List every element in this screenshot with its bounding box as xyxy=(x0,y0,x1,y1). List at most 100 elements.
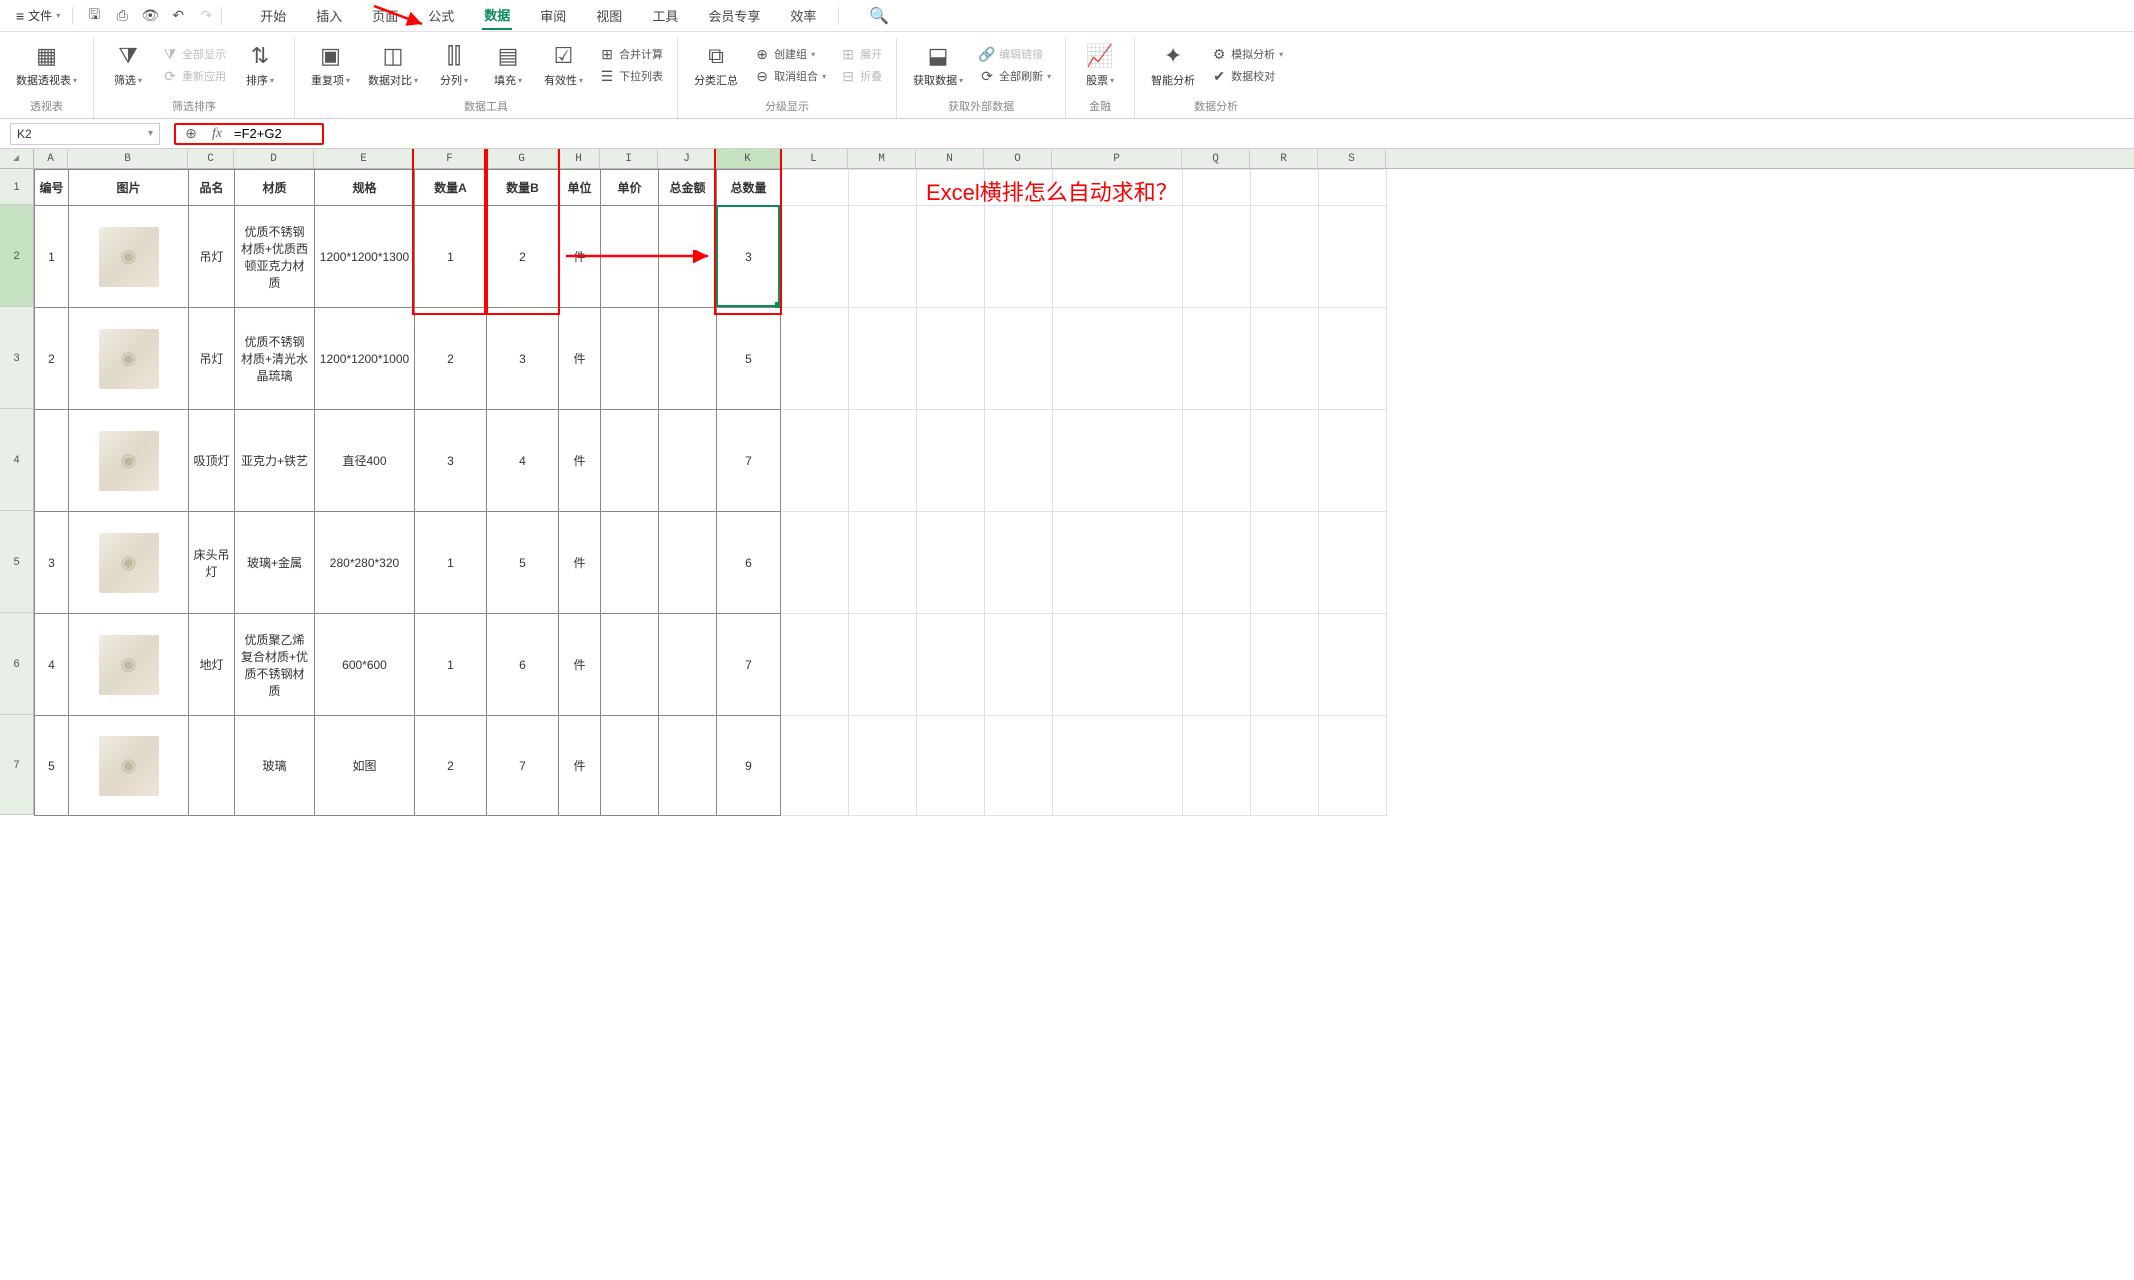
column-header-K[interactable]: K xyxy=(716,149,780,168)
tab-公式[interactable]: 公式 xyxy=(426,2,456,29)
row-header-1[interactable]: 1 xyxy=(0,169,34,205)
cell[interactable]: 4 xyxy=(487,410,559,512)
header-cell[interactable]: 总金额 xyxy=(659,170,717,206)
filter-button[interactable]: ⧩ 筛选▾ xyxy=(104,38,152,92)
row-header-6[interactable]: 6 xyxy=(0,613,34,715)
print-icon[interactable]: ⎙ xyxy=(113,7,131,25)
cell[interactable]: 7 xyxy=(487,716,559,816)
redo-icon[interactable]: ↷ xyxy=(197,7,215,25)
reapply-button[interactable]: ⟳重新应用 xyxy=(158,66,230,86)
refresh-all-button[interactable]: ⟳全部刷新▾ xyxy=(975,66,1055,86)
get-data-button[interactable]: ⬓获取数据▾ xyxy=(907,38,969,92)
cell[interactable]: 4 xyxy=(35,614,69,716)
name-box[interactable]: K2 ▾ xyxy=(10,123,160,145)
cell[interactable]: 3 xyxy=(717,206,781,308)
cell[interactable]: 优质聚乙烯复合材质+优质不锈钢材质 xyxy=(235,614,315,716)
cell[interactable]: ◉ xyxy=(69,716,189,816)
dropdown-list-button[interactable]: ☰下拉列表 xyxy=(595,66,667,86)
cell[interactable]: ◉ xyxy=(69,614,189,716)
column-header-S[interactable]: S xyxy=(1318,149,1386,168)
data-compare-button[interactable]: ◫数据对比▾ xyxy=(362,38,424,92)
cell[interactable]: 5 xyxy=(35,716,69,816)
cell[interactable]: 件 xyxy=(559,206,601,308)
header-cell[interactable]: 编号 xyxy=(35,170,69,206)
show-all-button[interactable]: ⧩全部显示 xyxy=(158,44,230,64)
column-header-C[interactable]: C xyxy=(188,149,234,168)
cell[interactable]: 1 xyxy=(35,206,69,308)
cell[interactable]: 6 xyxy=(717,512,781,614)
cell[interactable] xyxy=(35,410,69,512)
row-header-2[interactable]: 2 xyxy=(0,205,34,307)
cell[interactable] xyxy=(659,614,717,716)
text-to-columns-button[interactable]: ⫿⫿分列▾ xyxy=(430,38,478,92)
cell[interactable]: 7 xyxy=(717,614,781,716)
cell[interactable]: 1200*1200*1000 xyxy=(315,308,415,410)
ungroup-button[interactable]: ⊖取消组合▾ xyxy=(750,66,830,86)
save-icon[interactable]: 🖫 xyxy=(85,7,103,25)
tab-效率[interactable]: 效率 xyxy=(788,2,818,29)
cell[interactable]: 地灯 xyxy=(189,614,235,716)
cell[interactable]: 件 xyxy=(559,614,601,716)
cell[interactable] xyxy=(659,410,717,512)
cell[interactable]: 吊灯 xyxy=(189,308,235,410)
column-header-F[interactable]: F xyxy=(414,149,486,168)
cell[interactable]: 如图 xyxy=(315,716,415,816)
column-header-J[interactable]: J xyxy=(658,149,716,168)
column-header-R[interactable]: R xyxy=(1250,149,1318,168)
fill-button[interactable]: ▤填充▾ xyxy=(484,38,532,92)
data-verify-button[interactable]: ✔数据校对 xyxy=(1207,66,1287,86)
column-header-Q[interactable]: Q xyxy=(1182,149,1250,168)
cell[interactable]: 床头吊灯 xyxy=(189,512,235,614)
header-cell[interactable]: 规格 xyxy=(315,170,415,206)
cell[interactable]: 280*280*320 xyxy=(315,512,415,614)
cell[interactable] xyxy=(659,512,717,614)
cell[interactable]: 优质不锈钢材质+清光水晶琉璃 xyxy=(235,308,315,410)
cell[interactable]: 1 xyxy=(415,614,487,716)
cell[interactable]: 1 xyxy=(415,206,487,308)
create-group-button[interactable]: ⊕创建组▾ xyxy=(750,44,830,64)
header-cell[interactable]: 品名 xyxy=(189,170,235,206)
cell[interactable]: 2 xyxy=(415,308,487,410)
cell[interactable]: 6 xyxy=(487,614,559,716)
zoom-icon[interactable]: ⊕ xyxy=(182,125,200,142)
column-header-M[interactable]: M xyxy=(848,149,916,168)
cell[interactable]: 1200*1200*1300 xyxy=(315,206,415,308)
formula-input[interactable] xyxy=(234,126,314,141)
edit-links-button[interactable]: 🔗编辑链接 xyxy=(975,44,1055,64)
header-cell[interactable]: 单价 xyxy=(601,170,659,206)
cell[interactable] xyxy=(601,308,659,410)
cell[interactable] xyxy=(601,206,659,308)
column-header-E[interactable]: E xyxy=(314,149,414,168)
cell[interactable]: 亚克力+铁艺 xyxy=(235,410,315,512)
column-header-L[interactable]: L xyxy=(780,149,848,168)
tab-插入[interactable]: 插入 xyxy=(314,2,344,29)
cell[interactable] xyxy=(601,716,659,816)
column-header-G[interactable]: G xyxy=(486,149,558,168)
stock-button[interactable]: 📈股票▾ xyxy=(1076,38,1124,92)
cell[interactable] xyxy=(601,410,659,512)
simulate-analysis-button[interactable]: ⚙模拟分析▾ xyxy=(1207,44,1287,64)
cells-area[interactable]: 编号图片品名材质规格数量A数量B单位单价总金额总数量1◉吊灯优质不锈钢材质+优质… xyxy=(34,169,1387,816)
cell[interactable]: 1 xyxy=(415,512,487,614)
cell[interactable]: 7 xyxy=(717,410,781,512)
tab-会员专享[interactable]: 会员专享 xyxy=(706,2,762,29)
column-header-I[interactable]: I xyxy=(600,149,658,168)
cell[interactable] xyxy=(189,716,235,816)
search-icon[interactable]: 🔍 xyxy=(869,6,889,26)
cell[interactable]: 5 xyxy=(487,512,559,614)
row-header-5[interactable]: 5 xyxy=(0,511,34,613)
cell[interactable]: 件 xyxy=(559,512,601,614)
cell[interactable]: 9 xyxy=(717,716,781,816)
fx-icon[interactable]: fx xyxy=(208,126,226,142)
row-header-7[interactable]: 7 xyxy=(0,715,34,815)
tab-页面[interactable]: 页面 xyxy=(370,2,400,29)
cell[interactable]: 优质不锈钢材质+优质西顿亚克力材质 xyxy=(235,206,315,308)
cell[interactable] xyxy=(601,512,659,614)
cell[interactable]: 玻璃 xyxy=(235,716,315,816)
tab-视图[interactable]: 视图 xyxy=(594,2,624,29)
cell[interactable] xyxy=(659,308,717,410)
sort-button[interactable]: ⇅ 排序▾ xyxy=(236,38,284,92)
header-cell[interactable]: 总数量 xyxy=(717,170,781,206)
tab-数据[interactable]: 数据 xyxy=(482,1,512,30)
validity-button[interactable]: ☑有效性▾ xyxy=(538,38,589,92)
